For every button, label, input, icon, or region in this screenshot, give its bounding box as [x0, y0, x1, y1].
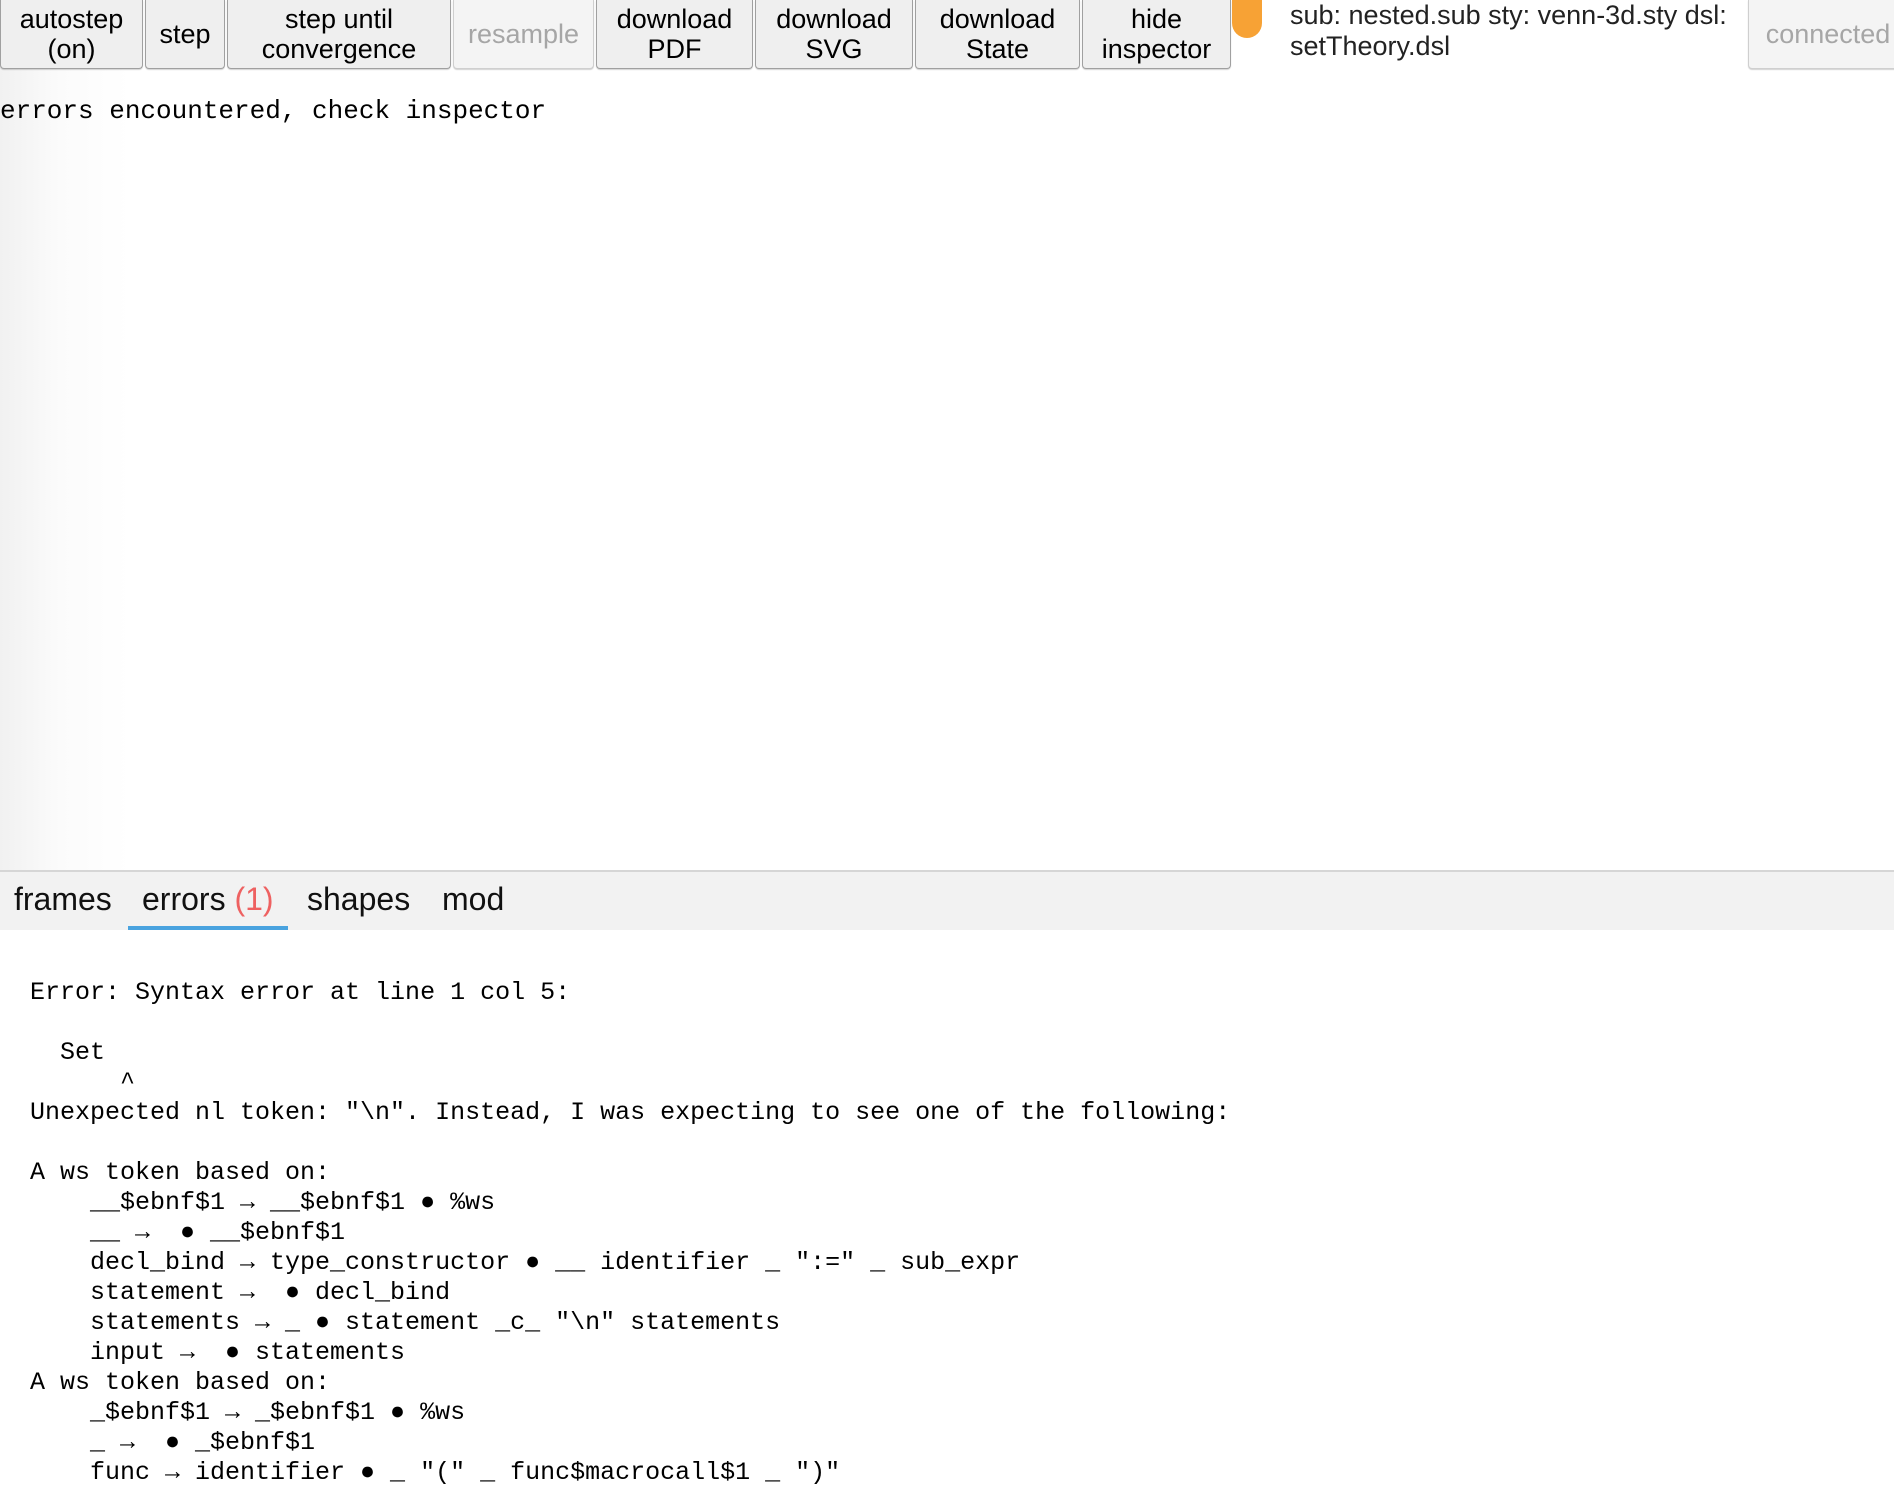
errors-tab-content: Error: Syntax error at line 1 col 5: Set… — [0, 930, 1894, 1488]
tab-errors[interactable]: errors (1) — [128, 872, 288, 930]
canvas-error-message: errors encountered, check inspector — [0, 96, 547, 126]
syntax-error-message: Error: Syntax error at line 1 col 5: Set… — [30, 978, 1231, 1487]
file-info-line-2: setTheory.dsl — [1290, 31, 1451, 61]
connected-button[interactable]: connected — [1748, 0, 1894, 69]
inspector-tabs: frames errors (1) shapes mod — [0, 872, 1894, 930]
tab-errors-label: errors — [142, 881, 235, 917]
tab-frames-label: frames — [14, 881, 112, 917]
toolbar: autostep (on) step step until convergenc… — [0, 0, 1894, 72]
error-count-badge: (1) — [234, 881, 274, 917]
tab-mod-label: mod — [442, 881, 505, 917]
tab-shapes-label: shapes — [307, 881, 411, 917]
tab-shapes[interactable]: shapes — [293, 872, 424, 930]
resample-button[interactable]: resample — [453, 0, 594, 69]
tab-frames[interactable]: frames — [0, 872, 126, 930]
step-until-convergence-button[interactable]: step until convergence — [227, 0, 451, 69]
hide-inspector-button[interactable]: hide inspector — [1082, 0, 1231, 69]
autostep-button[interactable]: autostep (on) — [0, 0, 143, 69]
file-info-line-1: sub: nested.sub sty: venn-3d.sty dsl: — [1290, 0, 1727, 30]
tab-mod[interactable]: mod — [428, 872, 518, 930]
download-pdf-button[interactable]: download PDF — [596, 0, 753, 69]
download-state-button[interactable]: download State — [915, 0, 1080, 69]
app-root: autostep (on) step step until convergenc… — [0, 0, 1894, 1488]
connection-status-indicator — [1232, 0, 1262, 38]
file-info: sub: nested.sub sty: venn-3d.sty dsl: se… — [1290, 0, 1750, 62]
inspector-panel: frames errors (1) shapes mod Error: Synt… — [0, 870, 1894, 1488]
download-svg-button[interactable]: download SVG — [755, 0, 913, 69]
step-button[interactable]: step — [145, 0, 225, 69]
